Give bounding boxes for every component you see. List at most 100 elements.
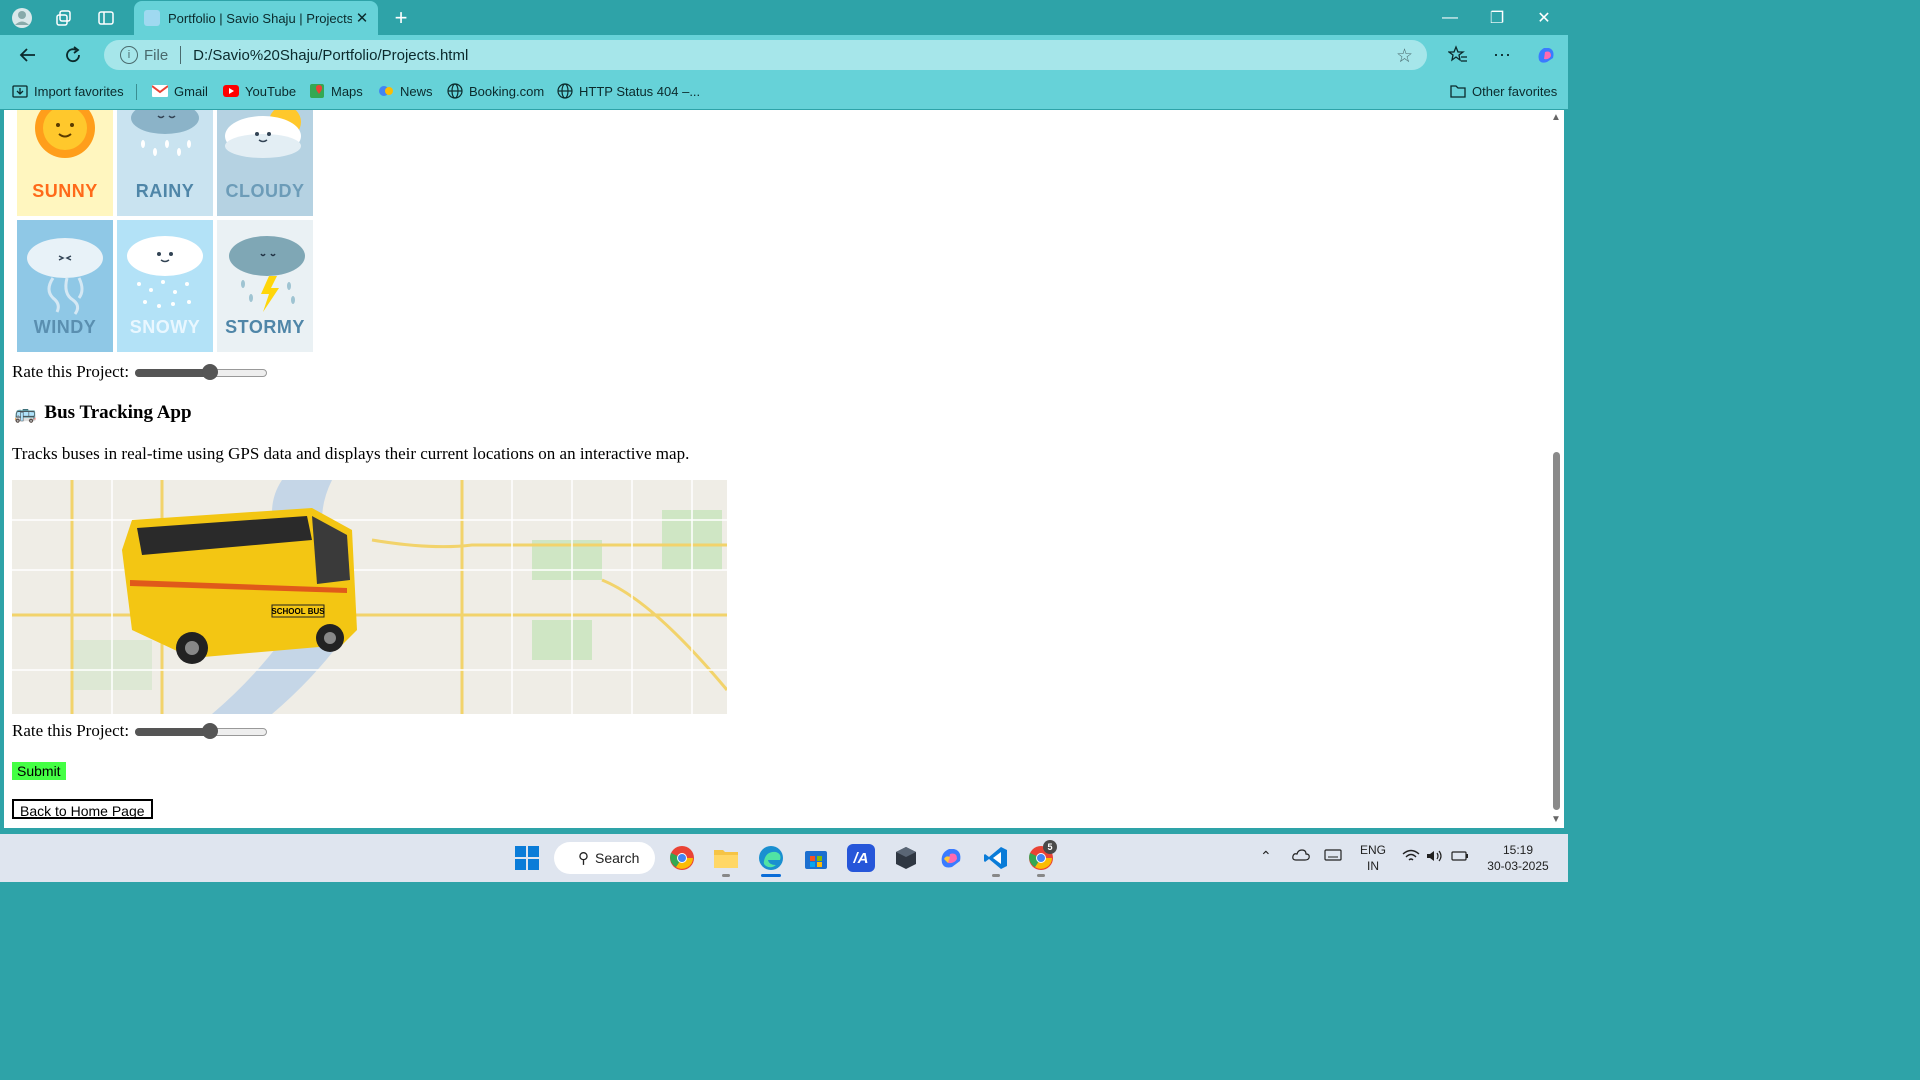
slider-thumb[interactable]	[202, 364, 219, 380]
weather-label: SNOWY	[129, 317, 201, 337]
globe-icon	[447, 83, 463, 99]
store-icon[interactable]	[802, 844, 830, 872]
weather-card-snowy: SNOWY	[117, 220, 213, 352]
minimize-button[interactable]: —	[1430, 6, 1470, 30]
favorites-bar: Import favorites Gmail YouTube Maps News…	[0, 75, 1568, 109]
vertical-tabs-icon[interactable]	[94, 6, 118, 30]
favorite-star-icon[interactable]: ☆	[1396, 45, 1413, 68]
fav-booking[interactable]: Booking.com	[447, 83, 544, 99]
fav-maps[interactable]: Maps	[309, 83, 363, 99]
keyboard-icon[interactable]	[1324, 848, 1342, 866]
globe-icon	[557, 83, 573, 99]
language-indicator[interactable]: ENG IN	[1358, 842, 1388, 874]
url-text[interactable]: D:/Savio%20Shaju/Portfolio/Projects.html	[193, 47, 468, 64]
bus-icon: 🚌	[14, 402, 37, 424]
start-icon[interactable]	[513, 844, 541, 872]
clock[interactable]: 15:19 30-03-2025	[1482, 842, 1554, 874]
storm-cloud-icon	[229, 236, 305, 312]
address-bar[interactable]: i File D:/Savio%20Shaju/Portfolio/Projec…	[104, 40, 1427, 70]
wind-cloud-icon	[27, 238, 103, 315]
copilot-icon[interactable]	[1534, 43, 1558, 67]
scroll-up-icon[interactable]: ▲	[1551, 112, 1561, 123]
gmail-icon	[152, 83, 168, 99]
tab-title: Portfolio | Savio Shaju | Projects	[168, 10, 352, 26]
fav-divider	[136, 84, 137, 100]
rating-slider[interactable]	[135, 364, 268, 380]
favorites-icon[interactable]	[1446, 43, 1470, 67]
clock-time: 15:19	[1502, 843, 1534, 857]
page-scrollbar[interactable]: ▲ ▼	[1548, 110, 1564, 828]
fav-import-favorites[interactable]: Import favorites	[12, 83, 124, 99]
close-window-button[interactable]: ✕	[1524, 6, 1564, 30]
vscode-icon[interactable]	[982, 844, 1010, 872]
chrome-icon[interactable]	[668, 844, 696, 872]
scroll-down-icon[interactable]: ▼	[1551, 814, 1561, 825]
copilot-app-icon[interactable]	[937, 844, 965, 872]
battery-icon[interactable]	[1451, 849, 1469, 867]
running-indicator	[992, 874, 1000, 877]
weather-label: SUNNY	[32, 181, 98, 201]
edge-icon[interactable]	[757, 844, 785, 872]
slider-thumb[interactable]	[202, 723, 219, 739]
weather-card-stormy: STORMY	[217, 220, 313, 352]
fav-http-404[interactable]: HTTP Status 404 –...	[557, 83, 700, 99]
rain-cloud-icon	[131, 110, 199, 156]
import-icon	[12, 83, 28, 99]
news-icon	[378, 83, 394, 99]
rating-slider[interactable]	[135, 723, 268, 739]
address-divider	[180, 46, 182, 64]
fav-label: Booking.com	[469, 83, 545, 99]
chrome-profile-icon[interactable]: 5	[1027, 840, 1057, 872]
weather-card-rainy: RAINY	[117, 110, 213, 216]
wifi-icon[interactable]	[1402, 849, 1420, 867]
project-description: Tracks buses in real-time using GPS data…	[12, 444, 690, 463]
fav-news[interactable]: News	[378, 83, 433, 99]
submit-button[interactable]: Submit	[12, 762, 66, 780]
fav-youtube[interactable]: YouTube	[223, 83, 296, 99]
back-home-button[interactable]: Back to Home Page	[12, 799, 153, 819]
project-title-text: Bus Tracking App	[44, 402, 192, 423]
restore-button[interactable]: ❐	[1477, 6, 1517, 30]
file-explorer-icon[interactable]	[712, 844, 740, 872]
active-indicator	[761, 874, 781, 877]
rating-label: Rate this Project:	[12, 362, 130, 381]
info-icon[interactable]: i	[120, 46, 138, 64]
more-menu-icon[interactable]: ⋯	[1490, 43, 1514, 67]
app-cube-icon[interactable]	[892, 844, 920, 872]
fav-label: News	[400, 83, 433, 99]
profile-icon[interactable]	[10, 6, 34, 30]
weather-card-sunny: SUNNY	[17, 110, 113, 216]
weather-label: CLOUDY	[225, 181, 305, 201]
clock-date: 30-03-2025	[1487, 859, 1549, 873]
back-icon[interactable]	[16, 43, 40, 67]
running-indicator	[722, 874, 730, 877]
weather-card-windy: WINDY	[17, 220, 113, 352]
rating-row-weather: Rate this Project:	[12, 362, 268, 382]
bus-tracking-image: SCHOOL BUS	[12, 480, 727, 714]
onedrive-icon[interactable]	[1292, 849, 1310, 865]
page-content: SUNNY RAINY CLOUDY WINDY SNOWY STORMY Ra…	[4, 110, 1548, 828]
new-tab-button[interactable]: +	[389, 5, 413, 30]
show-hidden-icons[interactable]: ⌃	[1260, 848, 1272, 864]
app-ai-icon[interactable]: /A	[847, 844, 875, 872]
youtube-icon	[223, 83, 239, 99]
taskbar-search[interactable]: ⚲ Search	[554, 842, 655, 874]
weather-card-cloudy: CLOUDY	[217, 110, 313, 216]
workspaces-icon[interactable]	[52, 6, 76, 30]
weather-label: STORMY	[225, 317, 305, 337]
maps-icon	[309, 83, 325, 99]
browser-toolbar: i File D:/Savio%20Shaju/Portfolio/Projec…	[0, 35, 1568, 75]
browser-tab[interactable]: Portfolio | Savio Shaju | Projects ✕	[134, 1, 378, 35]
scrollbar-thumb[interactable]	[1553, 452, 1560, 810]
fav-gmail[interactable]: Gmail	[152, 83, 208, 99]
refresh-icon[interactable]	[61, 43, 85, 67]
tab-close-icon[interactable]: ✕	[352, 9, 372, 27]
bus-sign-text: SCHOOL BUS	[271, 607, 325, 616]
lang-bottom: IN	[1367, 859, 1379, 873]
rating-row-bus: Rate this Project:	[12, 721, 268, 741]
volume-icon[interactable]	[1426, 849, 1444, 867]
windows-taskbar: ⚲ Search /A 5 ⌃ ENG IN 15:19 30-03-2025	[0, 834, 1568, 882]
sun-icon	[35, 110, 95, 158]
search-icon: ⚲	[578, 850, 589, 867]
other-favorites[interactable]: Other favorites	[1450, 83, 1557, 99]
